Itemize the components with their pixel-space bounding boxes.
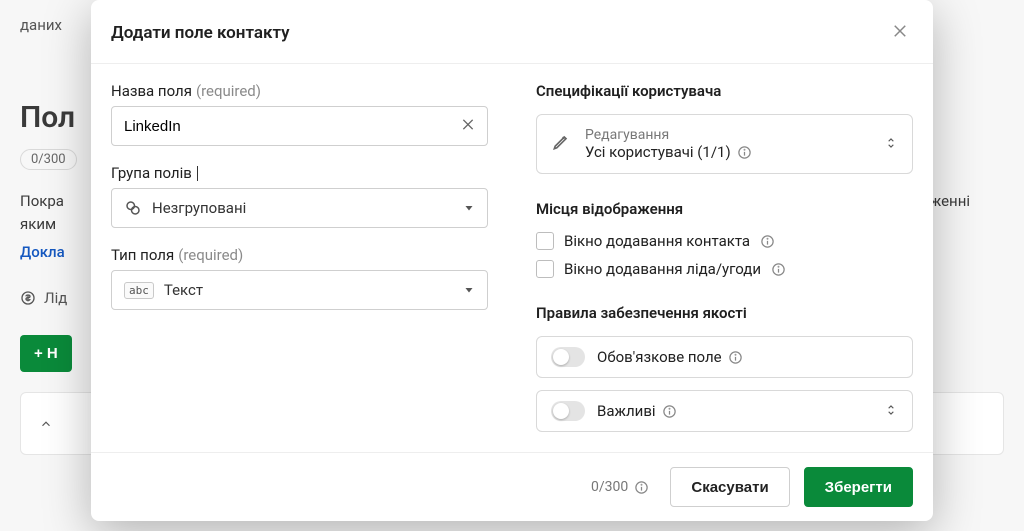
important-toggle[interactable] bbox=[551, 401, 585, 421]
info-icon[interactable] bbox=[634, 480, 649, 495]
field-group-label: Група полів bbox=[111, 164, 488, 182]
modal-footer: 0/300 Скасувати Зберегти bbox=[91, 452, 933, 521]
sort-icon bbox=[884, 402, 898, 421]
spec-bottom-label: Усі користувачі (1/1) bbox=[585, 143, 731, 161]
checkbox[interactable] bbox=[536, 232, 554, 250]
modal-overlay: Додати поле контакту Назва поля (require… bbox=[0, 0, 1024, 531]
field-type-select[interactable]: abc Текст bbox=[111, 270, 488, 310]
spec-section-title: Специфікації користувача bbox=[536, 82, 913, 100]
quality-section-title: Правила забезпечення якості bbox=[536, 304, 913, 322]
abc-icon: abc bbox=[124, 282, 154, 299]
pencil-icon bbox=[551, 132, 571, 156]
field-group-value: Незгруповані bbox=[152, 199, 463, 217]
info-icon[interactable] bbox=[728, 350, 743, 365]
link-icon bbox=[124, 199, 142, 217]
chevron-down-icon bbox=[463, 281, 475, 300]
field-name-input[interactable] bbox=[111, 106, 488, 146]
info-icon[interactable] bbox=[760, 234, 775, 249]
modal-title: Додати поле контакту bbox=[111, 23, 290, 43]
required-toggle-label: Обов'язкове поле bbox=[597, 348, 722, 366]
field-type-label: Тип поля (required) bbox=[111, 246, 488, 264]
sort-icon bbox=[884, 135, 898, 154]
add-contact-field-modal: Додати поле контакту Назва поля (require… bbox=[91, 0, 933, 521]
field-group-select[interactable]: Незгруповані bbox=[111, 188, 488, 228]
save-button[interactable]: Зберегти bbox=[804, 467, 913, 507]
left-column: Назва поля (required) Група полів bbox=[111, 82, 512, 444]
close-icon bbox=[891, 22, 909, 40]
required-field-row: Обов'язкове поле bbox=[536, 336, 913, 378]
clear-name-button[interactable] bbox=[456, 113, 480, 140]
footer-counter: 0/300 bbox=[111, 479, 649, 495]
info-icon[interactable] bbox=[662, 404, 677, 419]
display-option-contact[interactable]: Вікно додавання контакта bbox=[536, 232, 913, 250]
modal-body: Назва поля (required) Група полів bbox=[91, 64, 933, 452]
text-cursor bbox=[197, 166, 198, 181]
user-spec-card[interactable]: Редагування Усі користувачі (1/1) bbox=[536, 114, 913, 174]
modal-header: Додати поле контакту bbox=[91, 0, 933, 64]
field-type-group: Тип поля (required) abc Текст bbox=[111, 246, 488, 310]
display-option-contact-label: Вікно додавання контакта bbox=[564, 232, 750, 250]
field-name-group: Назва поля (required) bbox=[111, 82, 488, 146]
spec-top-label: Редагування bbox=[585, 127, 870, 143]
field-name-label: Назва поля (required) bbox=[111, 82, 488, 100]
info-icon[interactable] bbox=[771, 262, 786, 277]
required-toggle[interactable] bbox=[551, 347, 585, 367]
right-column: Специфікації користувача Редагування Усі… bbox=[512, 82, 913, 444]
field-group-group: Група полів Незгруповані bbox=[111, 164, 488, 228]
display-option-lead[interactable]: Вікно додавання ліда/угоди bbox=[536, 260, 913, 278]
close-button[interactable] bbox=[887, 18, 913, 47]
cancel-button[interactable]: Скасувати bbox=[670, 467, 789, 507]
checkbox[interactable] bbox=[536, 260, 554, 278]
chevron-down-icon bbox=[463, 199, 475, 218]
x-icon bbox=[460, 117, 476, 133]
display-section-title: Місця відображення bbox=[536, 200, 913, 218]
important-toggle-label: Важливі bbox=[597, 402, 656, 420]
info-icon[interactable] bbox=[737, 145, 752, 160]
important-field-row: Важливі bbox=[536, 390, 913, 432]
field-type-value: Текст bbox=[164, 281, 463, 299]
display-option-lead-label: Вікно додавання ліда/угоди bbox=[564, 260, 761, 278]
